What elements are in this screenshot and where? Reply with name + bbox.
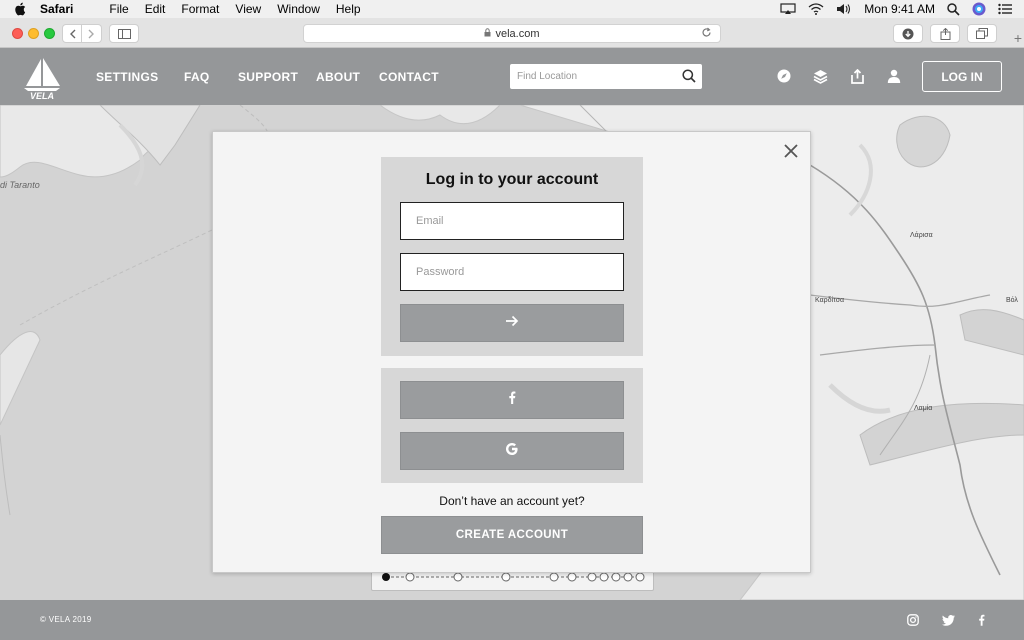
close-icon[interactable]: [782, 142, 800, 160]
close-window-button[interactable]: [12, 28, 23, 39]
map-label-gulf: di Taranto: [0, 180, 40, 190]
url-text: vela.com: [495, 27, 540, 40]
layers-icon[interactable]: [812, 68, 828, 84]
social-login-panel: [381, 368, 643, 483]
map-city-lamia: Λαμία: [914, 405, 933, 412]
menu-help[interactable]: Help: [336, 2, 361, 16]
site-footer: © VELA 2019: [0, 600, 1024, 640]
notification-center-icon[interactable]: [998, 3, 1012, 15]
forward-button[interactable]: [82, 24, 102, 43]
email-placeholder: Email: [416, 215, 444, 227]
menu-file[interactable]: File: [109, 2, 128, 16]
zoom-window-button[interactable]: [44, 28, 55, 39]
user-icon[interactable]: [886, 68, 902, 84]
menu-view[interactable]: View: [235, 2, 261, 16]
logo-text: VELA: [30, 91, 54, 100]
siri-icon[interactable]: [972, 2, 986, 16]
sidebar-toggle-button[interactable]: [109, 24, 139, 43]
submit-login-button[interactable]: [400, 304, 624, 342]
minimize-window-button[interactable]: [28, 28, 39, 39]
menu-window[interactable]: Window: [277, 2, 320, 16]
volume-icon[interactable]: [836, 3, 852, 15]
search-icon[interactable]: [682, 69, 696, 86]
wifi-icon[interactable]: [808, 3, 824, 15]
search-placeholder: Find Location: [517, 71, 578, 82]
map-city-volos: Βόλ: [1006, 297, 1018, 304]
apple-icon[interactable]: [14, 2, 28, 16]
compass-icon[interactable]: [776, 68, 792, 84]
location-search-input[interactable]: Find Location: [510, 64, 702, 89]
share-button[interactable]: [930, 24, 960, 43]
create-account-button[interactable]: CREATE ACCOUNT: [381, 516, 643, 554]
tab-overview-button[interactable]: [967, 24, 997, 43]
menu-edit[interactable]: Edit: [145, 2, 166, 16]
google-icon: [505, 442, 519, 461]
password-field[interactable]: Password: [400, 253, 624, 291]
google-login-button[interactable]: [400, 432, 624, 470]
nav-faq[interactable]: FAQ: [184, 48, 210, 105]
email-field[interactable]: Email: [400, 202, 624, 240]
facebook-icon: [508, 391, 516, 409]
menu-format[interactable]: Format: [181, 2, 219, 16]
timeline-handle[interactable]: [382, 573, 390, 581]
nav-settings[interactable]: SETTINGS: [96, 48, 158, 105]
macos-menubar: Safari File Edit Format View Window Help…: [0, 0, 1024, 18]
nav-about[interactable]: ABOUT: [316, 48, 360, 105]
map-city-larisa: Λάρισα: [910, 232, 933, 239]
site-header: VELA SETTINGS FAQ SUPPORT ABOUT CONTACT …: [0, 48, 1024, 105]
airplay-icon[interactable]: [780, 3, 796, 15]
vela-logo[interactable]: VELA: [20, 56, 64, 101]
facebook-icon[interactable]: [974, 613, 988, 627]
facebook-login-button[interactable]: [400, 381, 624, 419]
instagram-icon[interactable]: [906, 613, 920, 627]
lock-icon: [484, 28, 491, 39]
menu-app-name[interactable]: Safari: [40, 2, 73, 16]
twitter-icon[interactable]: [941, 613, 955, 627]
nav-contact[interactable]: CONTACT: [379, 48, 439, 105]
map-city-karditsa: Καρδίτσα: [815, 297, 845, 304]
no-account-text: Don’t have an account yet?: [439, 494, 585, 508]
modal-title: Log in to your account: [425, 171, 599, 188]
back-button[interactable]: [62, 24, 82, 43]
new-tab-icon[interactable]: +: [1014, 30, 1022, 46]
password-placeholder: Password: [416, 266, 465, 278]
menubar-clock[interactable]: Mon 9:41 AM: [864, 2, 935, 16]
spotlight-search-icon[interactable]: [947, 2, 960, 16]
login-modal: Log in to your account Email Password Do…: [212, 131, 811, 573]
share-icon[interactable]: [849, 68, 865, 84]
address-bar[interactable]: vela.com: [303, 24, 721, 43]
login-button[interactable]: LOG IN: [922, 61, 1002, 92]
login-form-panel: Log in to your account Email Password: [381, 157, 643, 356]
browser-toolbar: vela.com +: [0, 18, 1024, 48]
downloads-button[interactable]: [893, 24, 923, 43]
nav-support[interactable]: SUPPORT: [238, 48, 298, 105]
copyright-text: © VELA 2019: [40, 615, 92, 624]
reload-icon[interactable]: [701, 27, 712, 41]
arrow-right-icon: [505, 314, 519, 333]
